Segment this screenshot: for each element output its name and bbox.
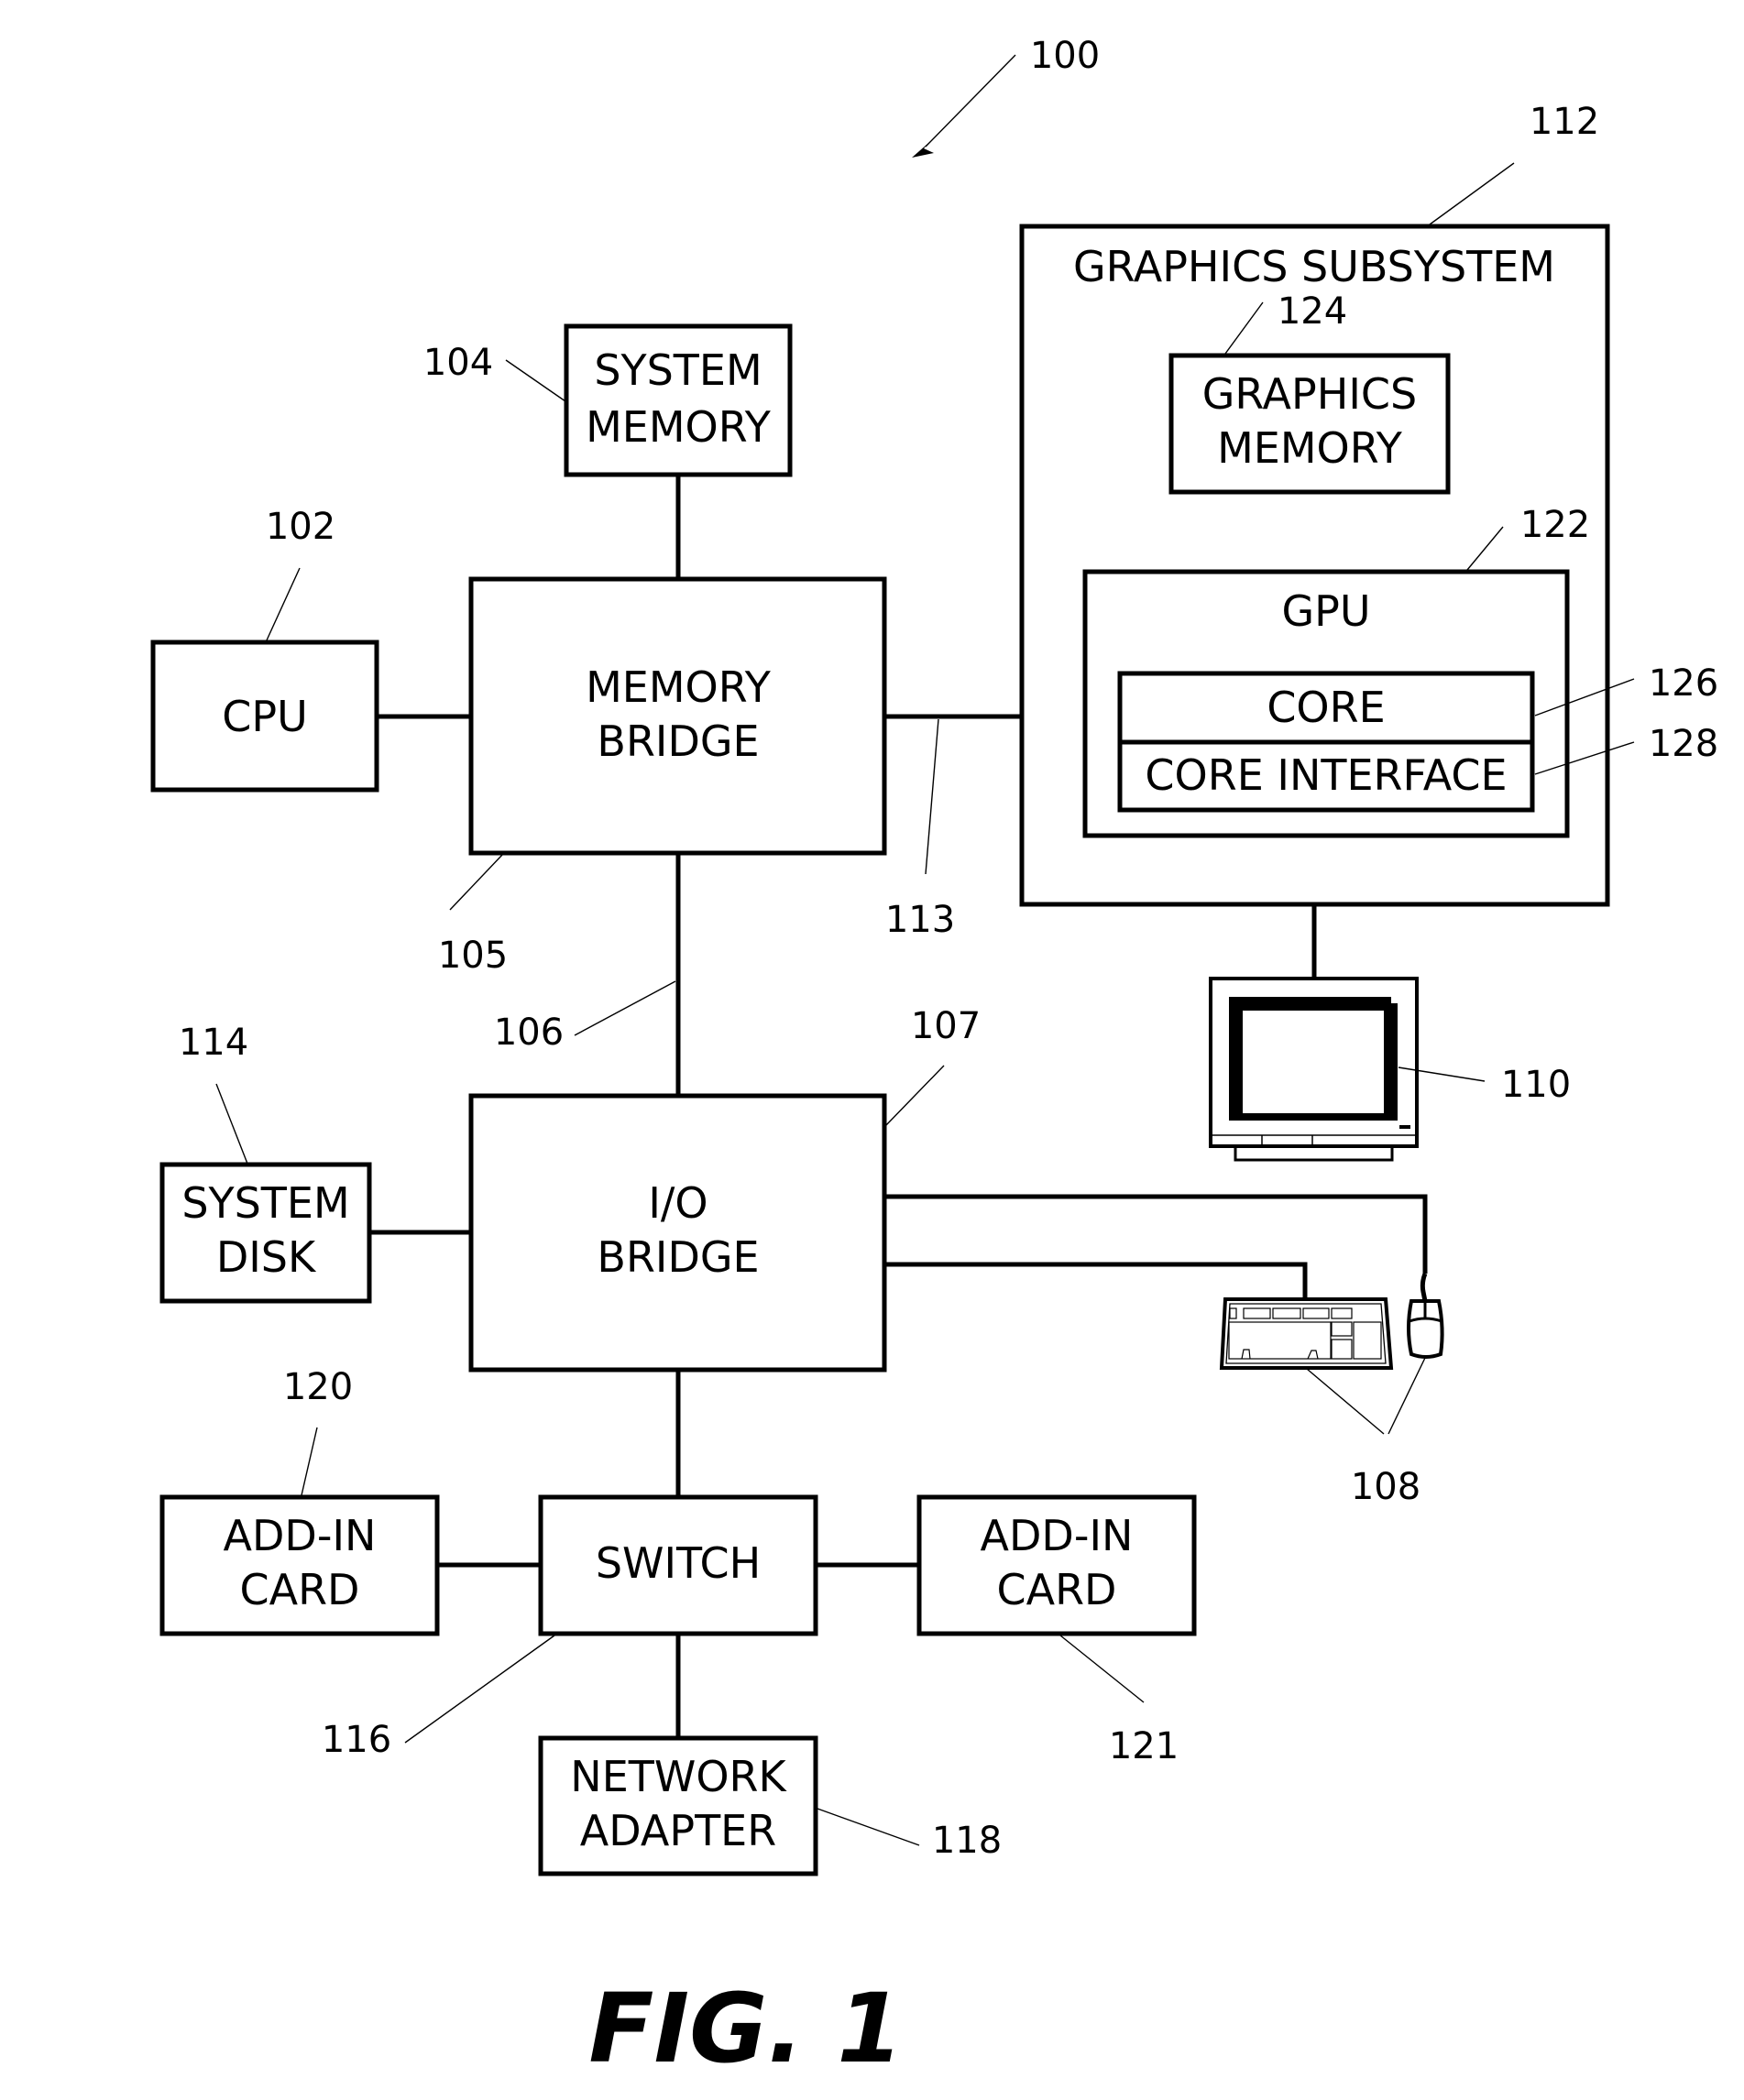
leader-120 xyxy=(301,1427,318,1496)
monitor-icon xyxy=(1209,977,1419,1162)
ref-108: 108 xyxy=(1351,1466,1420,1508)
gpu-label: GPU xyxy=(1281,586,1370,636)
leader-113 xyxy=(925,718,939,875)
ref-120: 120 xyxy=(283,1366,353,1408)
system-disk-label-2: DISK xyxy=(216,1232,317,1282)
switch-label: SWITCH xyxy=(596,1538,761,1588)
io-bridge-label-2: BRIDGE xyxy=(597,1232,759,1282)
leader-121 xyxy=(1059,1635,1145,1703)
add-in-card-left-label-2: CARD xyxy=(240,1565,360,1614)
leader-102 xyxy=(265,567,301,643)
leader-100 xyxy=(925,54,1016,148)
block-system-memory: SYSTEM MEMORY xyxy=(564,323,793,477)
ref-116: 116 xyxy=(322,1719,391,1761)
block-core-interface: CORE INTERFACE xyxy=(1117,739,1535,813)
block-switch: SWITCH xyxy=(538,1494,818,1636)
arrow-head-100 xyxy=(912,137,935,158)
ref-112: 112 xyxy=(1530,101,1599,143)
leader-108-keyboard xyxy=(1306,1368,1385,1435)
mouse-icon xyxy=(1407,1299,1444,1359)
add-in-card-left-label-1: ADD-IN xyxy=(224,1511,377,1560)
ref-102: 102 xyxy=(266,506,335,548)
figure-title: FIG. 1 xyxy=(588,1973,903,2084)
add-in-card-right-label-1: ADD-IN xyxy=(981,1511,1134,1560)
leader-107 xyxy=(885,1065,945,1126)
ref-113: 113 xyxy=(885,899,955,941)
ref-105: 105 xyxy=(438,935,508,977)
memory-bridge-label-1: MEMORY xyxy=(586,662,772,712)
leader-118 xyxy=(817,1808,920,1846)
memory-bridge-label-2: BRIDGE xyxy=(597,716,759,766)
ref-121: 121 xyxy=(1109,1725,1179,1767)
system-memory-label-2: MEMORY xyxy=(586,402,772,452)
ref-106: 106 xyxy=(494,1012,564,1054)
system-memory-label-1: SYSTEM xyxy=(594,345,762,395)
block-system-disk: SYSTEM DISK xyxy=(159,1162,372,1304)
wire-iobridge-keyboard xyxy=(884,1262,1308,1299)
leader-114 xyxy=(215,1083,248,1165)
block-diagram: SYSTEM MEMORY CPU MEMORY BRIDGE GRAPHICS… xyxy=(150,35,1718,2084)
graphics-memory-label-1: GRAPHICS xyxy=(1202,369,1417,419)
graphics-memory-label-2: MEMORY xyxy=(1217,423,1403,473)
io-bridge-label-1: I/O xyxy=(648,1178,707,1228)
system-disk-label-1: SYSTEM xyxy=(181,1178,349,1228)
ref-114: 114 xyxy=(179,1022,248,1064)
ref-100: 100 xyxy=(1030,35,1100,77)
ref-128: 128 xyxy=(1649,723,1718,765)
leader-108-mouse xyxy=(1388,1357,1426,1435)
network-adapter-label-2: ADAPTER xyxy=(580,1806,776,1855)
cpu-label: CPU xyxy=(222,692,308,741)
ref-107: 107 xyxy=(911,1005,981,1047)
leader-112 xyxy=(1429,162,1515,225)
block-io-bridge: I/O BRIDGE xyxy=(468,1093,887,1373)
block-add-in-card-right: ADD-IN CARD xyxy=(916,1494,1197,1636)
core-label: CORE xyxy=(1267,683,1385,732)
leader-104b xyxy=(505,359,566,402)
wire-mouse-tail xyxy=(1420,1273,1428,1302)
leader-105 xyxy=(449,854,503,911)
leader-106 xyxy=(574,980,676,1036)
network-adapter-label-1: NETWORK xyxy=(570,1752,787,1801)
block-cpu: CPU xyxy=(150,640,379,793)
block-core: CORE xyxy=(1117,671,1535,745)
graphics-subsystem-label: GRAPHICS SUBSYSTEM xyxy=(1073,242,1555,291)
ref-124: 124 xyxy=(1278,290,1347,333)
keyboard-icon xyxy=(1219,1297,1394,1370)
block-memory-bridge: MEMORY BRIDGE xyxy=(468,576,887,856)
block-network-adapter: NETWORK ADAPTER xyxy=(538,1735,818,1876)
core-interface-label: CORE INTERFACE xyxy=(1145,750,1507,800)
ref-122: 122 xyxy=(1520,504,1590,546)
patent-figure: SYSTEM MEMORY CPU MEMORY BRIDGE GRAPHICS… xyxy=(0,0,1744,2100)
ref-110: 110 xyxy=(1501,1064,1571,1106)
block-graphics-memory: GRAPHICS MEMORY xyxy=(1168,353,1451,495)
block-add-in-card-left: ADD-IN CARD xyxy=(159,1494,440,1636)
add-in-card-right-label-2: CARD xyxy=(997,1565,1117,1614)
ref-126: 126 xyxy=(1649,662,1718,705)
wire-iobridge-mouse xyxy=(884,1194,1428,1274)
ref-104: 104 xyxy=(423,342,493,384)
ref-118: 118 xyxy=(932,1820,1002,1862)
leader-116 xyxy=(404,1635,555,1744)
